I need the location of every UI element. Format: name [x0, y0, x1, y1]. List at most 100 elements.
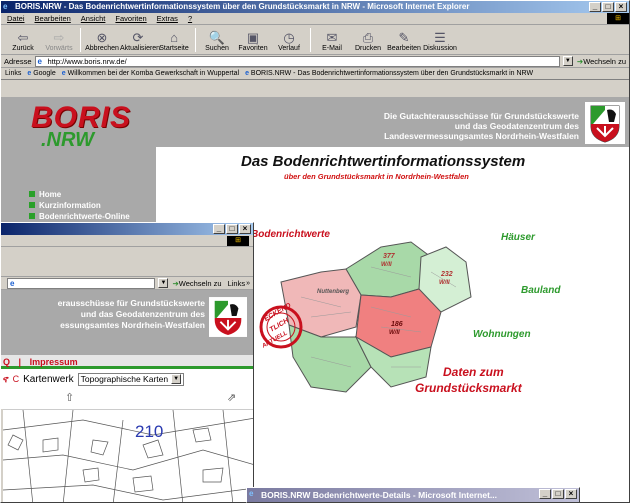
favorites-icon: ▣: [246, 30, 260, 45]
pan-northeast-icon[interactable]: ⇗: [227, 391, 236, 404]
address-dropdown-button[interactable]: ▼: [562, 56, 573, 66]
detail-map-controls: ኖ C Kartenwerk Topographische Karten ▼: [1, 369, 253, 389]
details-popup-minimize[interactable]: _: [539, 489, 551, 499]
details-popup-controls: _ □ ×: [539, 489, 577, 499]
detail-header-line-3: essungsamtes Nordrhein-Westfalen: [60, 320, 205, 330]
details-popup-title-bar[interactable]: e BORIS.NRW Bodenrichtwerte-Details - Mi…: [247, 488, 579, 502]
menu-help[interactable]: ?: [188, 13, 192, 24]
toolbar-button-label: Verlauf: [278, 45, 300, 52]
nav-home[interactable]: Home: [29, 189, 130, 200]
toolbar-button-label: Favoriten: [238, 45, 268, 52]
detail-site-header: erausschüsse für Grundstückswerte und da…: [1, 290, 253, 355]
link-komba[interactable]: Willkommen bei der Komba Gewerkschaft in…: [62, 70, 239, 77]
toolbar-button-drucken[interactable]: ⎙ Drucken: [350, 30, 386, 52]
detail-menu-bar: ⊞: [1, 235, 253, 247]
go-button[interactable]: Wechseln zu: [583, 57, 626, 66]
toolbar-button-label: Vorwärts: [45, 45, 73, 52]
menu-datei[interactable]: Datei: [7, 13, 25, 24]
kartenwerk-selected-value: Topographische Karten: [80, 374, 169, 384]
detail-address-dropdown[interactable]: ▼: [158, 278, 169, 288]
toolbar-button-abbrechen[interactable]: ⊗ Abbrechen: [84, 30, 120, 52]
detail-window-controls: _ □ ×: [213, 224, 251, 234]
detail-close-button[interactable]: ×: [239, 224, 251, 234]
menu-extras[interactable]: Extras: [157, 13, 178, 24]
details-popup-ie-icon: e: [249, 489, 254, 498]
map-label-wohnungen: Wohnungen: [473, 329, 531, 340]
toolbar-button-diskussion[interactable]: ☰ Diskussion: [422, 30, 458, 52]
detail-minimize-button[interactable]: _: [213, 224, 225, 234]
detail-map-nav: ⇧ ⇗: [1, 389, 253, 409]
nav-bodenrichtwerte-online[interactable]: Bodenrichtwerte-Online: [29, 211, 130, 222]
maximize-button[interactable]: □: [602, 2, 614, 12]
toolbar-button-favoriten[interactable]: ▣ Favoriten: [235, 30, 271, 52]
refresh-icon: ⟳: [132, 30, 144, 45]
detail-windows-flag-icon: ⊞: [227, 236, 249, 246]
map-city-label: Nuttenberg: [317, 289, 349, 295]
detail-address-bar: ▼ ➔ Wechseln zu Links »: [1, 277, 253, 290]
main-title-bar[interactable]: e BORIS.NRW - Das Bodenrichtwertinformat…: [1, 1, 629, 13]
kartenwerk-select[interactable]: Topographische Karten ▼: [77, 372, 185, 386]
toolbar-separator: [195, 28, 196, 52]
link-google[interactable]: Google: [27, 70, 56, 77]
detail-map-value: 210: [135, 422, 164, 441]
toolbar-button-verlauf[interactable]: ◷ Verlauf: [271, 30, 307, 52]
detail-layer-icon[interactable]: ኖ: [3, 374, 9, 385]
detail-maximize-button[interactable]: □: [226, 224, 238, 234]
toolbar-button-suchen[interactable]: 🔍 Suchen: [199, 30, 235, 52]
detail-nrw-crest-icon: [209, 297, 247, 337]
toolbar-button-bearbeiten[interactable]: ✎ Bearbeiten: [386, 30, 422, 52]
detail-links-label[interactable]: Links: [228, 279, 246, 288]
toolbar-separator: [80, 28, 81, 52]
toolbar-separator: [310, 28, 311, 52]
toolbar-button-label: Diskussion: [423, 45, 457, 52]
detail-map-view[interactable]: 210: [3, 409, 253, 502]
close-button[interactable]: ×: [615, 2, 627, 12]
menu-favoriten[interactable]: Favoriten: [115, 13, 146, 24]
ie-icon: e: [3, 2, 8, 11]
nav-kurzinformation[interactable]: Kurzinformation: [29, 200, 130, 211]
detail-header-line-1: erausschüsse für Grundstückswerte: [57, 298, 205, 308]
detail-address-input[interactable]: [7, 277, 156, 289]
detail-links-chevron-icon[interactable]: »: [246, 280, 250, 287]
nrw-map-graphic[interactable]: Bodenrichtwerte Häuser Bauland Wohnungen…: [251, 217, 629, 417]
details-popup-close[interactable]: ×: [565, 489, 577, 499]
menu-bar: Datei Bearbeiten Ansicht Favoriten Extra…: [1, 13, 629, 25]
history-icon: ◷: [283, 30, 295, 45]
toolbar-button-label: Startseite: [159, 45, 189, 52]
header-line-2: und das Geodatenzentrum des: [454, 121, 579, 131]
toolbar-button-e-mail[interactable]: ✉ E-Mail: [314, 30, 350, 52]
address-input[interactable]: http://www.boris.nrw.de/: [34, 55, 560, 67]
details-popup-title: BORIS.NRW Bodenrichtwerte-Details - Micr…: [261, 490, 497, 500]
nrw-crest-icon: [585, 102, 625, 144]
detail-go-button[interactable]: Wechseln zu: [179, 279, 222, 288]
toolbar-button-label: Drucken: [354, 45, 382, 52]
windows-flag-icon: ⊞: [607, 13, 629, 24]
map-label-bodenrichtwerte: Bodenrichtwerte: [251, 229, 330, 240]
toolbar-button-startseite[interactable]: ⌂ Startseite: [156, 30, 192, 52]
detail-title-bar[interactable]: _ □ ×: [1, 223, 253, 235]
details-popup-maximize[interactable]: □: [552, 489, 564, 499]
detail-nav-impressum[interactable]: Impressum: [30, 357, 78, 367]
detail-layer-c-icon[interactable]: C: [13, 374, 20, 384]
forward-arrow-icon: ⇨: [53, 30, 65, 45]
minimize-button[interactable]: _: [589, 2, 601, 12]
menu-bearbeiten[interactable]: Bearbeiten: [35, 13, 71, 24]
links-label: Links: [5, 70, 22, 77]
boris-logo[interactable]: BORIS .NRW: [31, 103, 141, 151]
link-boris[interactable]: BORIS.NRW - Das Bodenrichtwertinformatio…: [245, 70, 533, 77]
detail-toolbar: [1, 247, 253, 277]
edit-icon: ✎: [398, 30, 410, 45]
map-value-3-type: W/II: [389, 330, 400, 336]
detail-nav-separator: |: [18, 357, 22, 367]
map-value-1-type: W/II: [381, 262, 392, 268]
toolbar-button-vorw-rts[interactable]: ⇨ Vorwärts: [41, 30, 77, 52]
toolbar-button-label: E-Mail: [322, 45, 342, 52]
kartenwerk-dropdown-icon[interactable]: ▼: [171, 374, 182, 384]
detail-nav-faq[interactable]: Q: [3, 357, 10, 367]
toolbar-button-zur-ck[interactable]: ⇦ Zurück: [5, 30, 41, 52]
pan-north-icon[interactable]: ⇧: [65, 391, 74, 404]
detail-cadastral-map: [3, 410, 253, 502]
map-value-2-type: W/II: [439, 280, 450, 286]
toolbar-button-aktualisieren[interactable]: ⟳ Aktualisieren: [120, 30, 160, 52]
menu-ansicht[interactable]: Ansicht: [81, 13, 106, 24]
